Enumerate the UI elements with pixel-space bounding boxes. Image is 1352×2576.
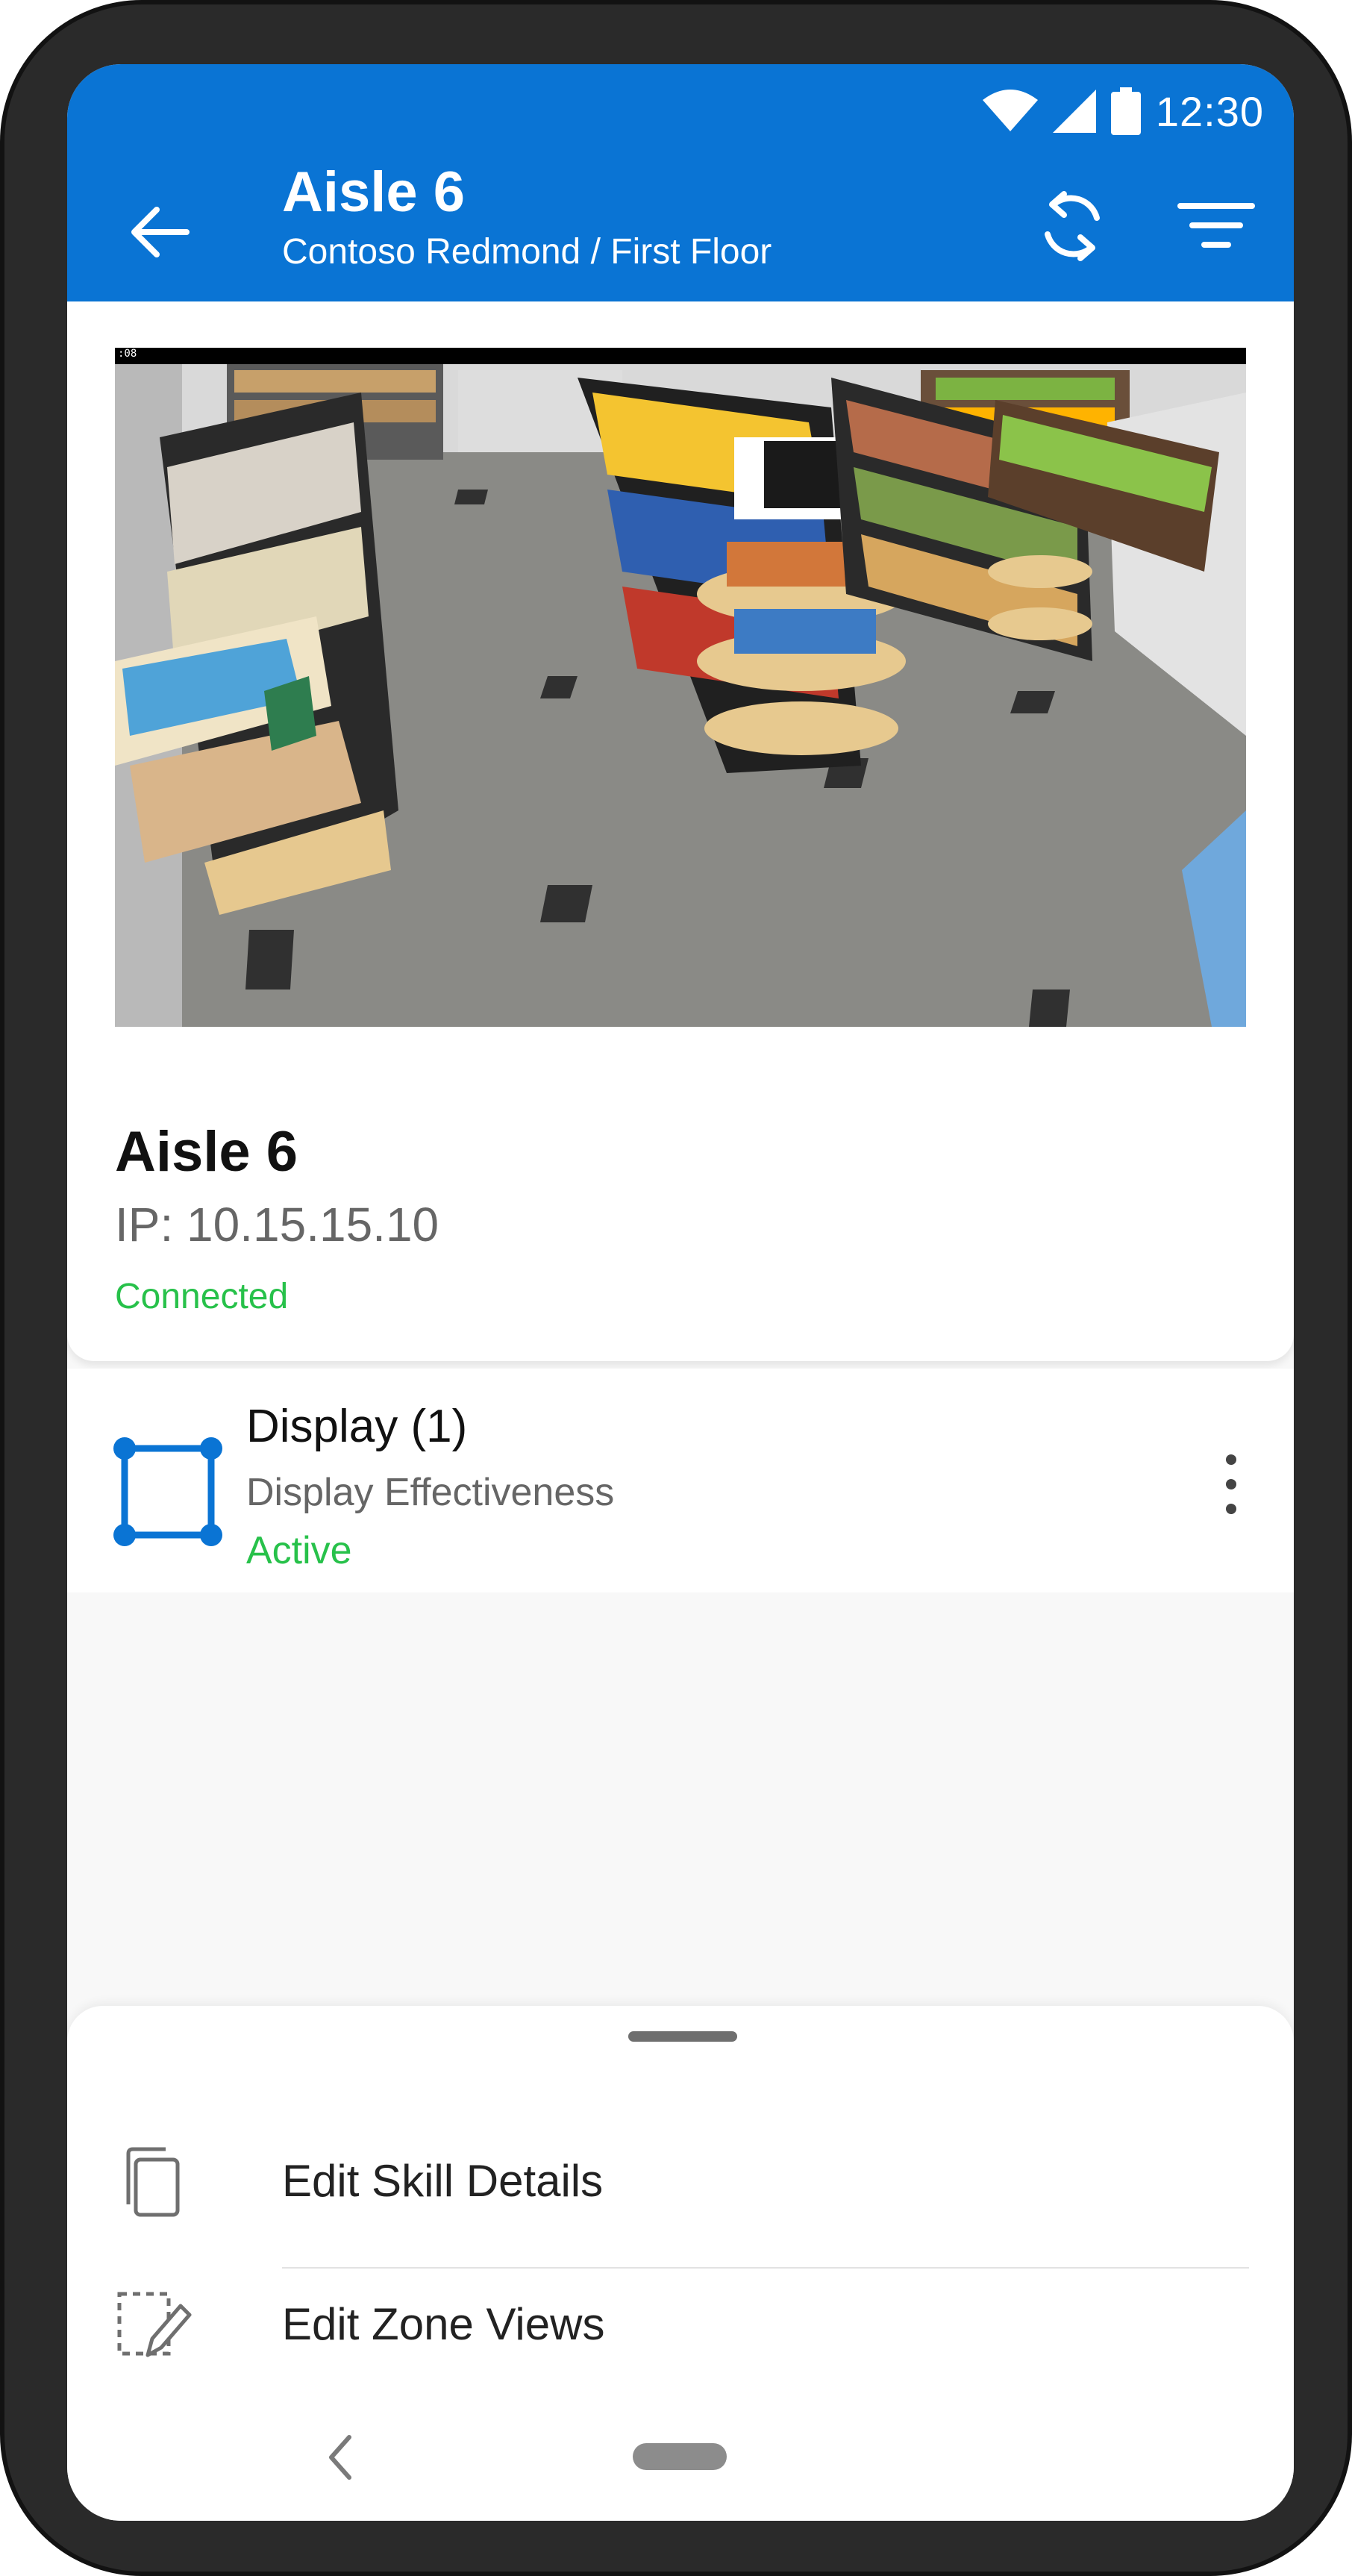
sheet-divider [282,2267,1249,2269]
edit-zone-views-button[interactable]: Edit Zone Views [67,2254,1294,2395]
camera-feed-image: :08 [115,348,1246,1027]
zone-select-icon [113,1437,222,1546]
status-bar: 12:30 [982,78,1264,145]
store-aisle-scene [115,348,1246,1027]
device-frame: 12:30 Aisle 6 Contoso Redmond / First Fl… [0,0,1352,2576]
app-bar: 12:30 Aisle 6 Contoso Redmond / First Fl… [67,64,1294,301]
sheet-drag-handle[interactable] [628,2031,737,2042]
skill-status: Active [246,1529,352,1572]
camera-card[interactable]: :08 Aisle 6 IP: 10.15.15.10 Connected [67,301,1294,1361]
bottom-sheet: Edit Skill Details Edit Zone Views [67,2006,1294,2521]
filter-icon[interactable] [1171,185,1261,267]
copy-icon [126,2147,180,2217]
battery-icon [1110,87,1141,135]
wifi-icon [982,90,1038,131]
camera-name: Aisle 6 [115,1120,298,1184]
skill-description: Display Effectiveness [246,1471,615,1514]
more-options-icon[interactable] [1201,1451,1261,1518]
edit-skill-details-label: Edit Skill Details [282,2156,604,2206]
system-back-icon[interactable] [318,2424,363,2491]
status-time: 12:30 [1155,87,1264,135]
page-title: Aisle 6 [282,160,466,224]
edit-skill-details-button[interactable]: Edit Skill Details [67,2110,1294,2252]
feed-timestamp: :08 [118,348,137,360]
skill-list-item[interactable]: Display (1) Display Effectiveness Active [67,1369,1294,1592]
skill-name: Display (1) [246,1401,468,1452]
camera-ip: IP: 10.15.15.10 [115,1198,439,1251]
system-home-pill[interactable] [633,2443,727,2470]
signal-icon [1052,90,1096,133]
feed-topbar [115,348,1246,364]
page-subtitle: Contoso Redmond / First Floor [282,232,772,272]
refresh-icon[interactable] [1031,185,1113,267]
arrow-back-icon[interactable] [112,191,194,273]
camera-status: Connected [115,1277,289,1316]
screen: 12:30 Aisle 6 Contoso Redmond / First Fl… [67,64,1294,2521]
edit-zone-views-label: Edit Zone Views [282,2299,605,2349]
zone-edit-icon [117,2292,192,2357]
